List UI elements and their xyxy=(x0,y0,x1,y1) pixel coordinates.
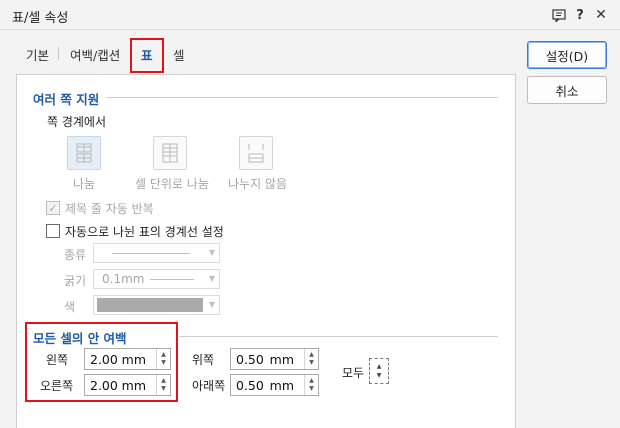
title-bar: 표/셀 속성 ? ✕ xyxy=(0,0,620,30)
chevron-down-icon: ▼ xyxy=(208,300,215,309)
chevron-down-icon: ▼ xyxy=(208,274,215,283)
cell-split-label: 셀 단위로 나눔 xyxy=(135,177,209,191)
tab-cell[interactable]: 셀 xyxy=(173,45,185,64)
right-margin-input[interactable]: 2.00 mm ▲ ▼ xyxy=(84,374,171,396)
bottom-margin-input[interactable]: 0.50 mm ▲ ▼ xyxy=(230,374,319,396)
split-label: 나눔 xyxy=(73,177,96,191)
cell-split-icon xyxy=(162,143,178,163)
bottom-margin-label: 아래쪽 xyxy=(192,379,226,393)
color-swatch xyxy=(97,298,203,312)
all-margins-spinner[interactable]: ▲ ▼ xyxy=(369,358,389,384)
left-margin-input[interactable]: 2.00 mm ▲ ▼ xyxy=(84,348,171,370)
tab-basic[interactable]: 기본 xyxy=(26,45,49,64)
close-icon[interactable]: ✕ xyxy=(592,6,610,24)
auto-border-label: 자동으로 나뉜 표의 경계선 설정 xyxy=(65,225,224,239)
no-split-label: 나누지 않음 xyxy=(228,177,288,191)
spin-arrows-icon[interactable]: ▲ ▼ xyxy=(304,349,318,369)
chat-icon[interactable] xyxy=(550,6,568,24)
spin-arrows-icon[interactable]: ▲ ▼ xyxy=(156,375,170,395)
top-margin-input[interactable]: 0.50 mm ▲ ▼ xyxy=(230,348,319,370)
line-width-value: 0.1mm xyxy=(102,272,145,286)
boundary-label: 쪽 경계에서 xyxy=(47,115,107,129)
tab-table-highlight xyxy=(130,38,164,73)
auto-border-checkbox[interactable] xyxy=(46,224,60,238)
spin-arrows-icon: ▲ ▼ xyxy=(376,363,382,379)
spin-arrows-icon[interactable]: ▲ ▼ xyxy=(304,375,318,395)
line-color-label: 색 xyxy=(64,300,76,314)
tab-divider xyxy=(58,47,59,60)
window-title: 표/셀 속성 xyxy=(12,11,69,26)
left-margin-label: 왼쪽 xyxy=(46,353,69,367)
cancel-button[interactable]: 취소 xyxy=(527,76,607,104)
spin-arrows-icon[interactable]: ▲ ▼ xyxy=(156,349,170,369)
line-width-sample xyxy=(150,279,194,280)
line-type-label: 종류 xyxy=(64,248,87,262)
section-divider xyxy=(179,336,498,337)
section-title-margins: 모든 셀의 안 여백 xyxy=(33,331,127,346)
ok-button[interactable]: 설정(D) xyxy=(527,41,607,69)
line-color-combo[interactable]: ▼ xyxy=(93,295,220,315)
section-divider xyxy=(106,97,498,98)
repeat-title-label: 제목 줄 자동 반복 xyxy=(65,202,154,216)
cell-split-button[interactable] xyxy=(153,136,187,170)
no-split-button[interactable] xyxy=(239,136,273,170)
tab-margin-caption[interactable]: 여백/캡션 xyxy=(70,45,120,64)
line-sample xyxy=(112,253,190,254)
section-title-multipage: 여러 쪽 지원 xyxy=(33,92,100,107)
no-split-icon xyxy=(248,144,264,163)
chevron-down-icon: ▼ xyxy=(208,248,215,257)
line-width-combo[interactable]: 0.1mm ▼ xyxy=(93,269,220,289)
split-button[interactable] xyxy=(67,136,101,170)
split-icon xyxy=(76,143,92,163)
top-margin-label: 위쪽 xyxy=(192,353,215,367)
line-width-label: 굵기 xyxy=(64,274,87,288)
repeat-title-checkbox[interactable]: ✓ xyxy=(46,201,60,215)
help-icon[interactable]: ? xyxy=(571,6,589,24)
line-type-combo[interactable]: ▼ xyxy=(93,243,220,263)
all-margins-label: 모두 xyxy=(342,366,365,380)
right-margin-label: 오른쪽 xyxy=(40,379,74,393)
